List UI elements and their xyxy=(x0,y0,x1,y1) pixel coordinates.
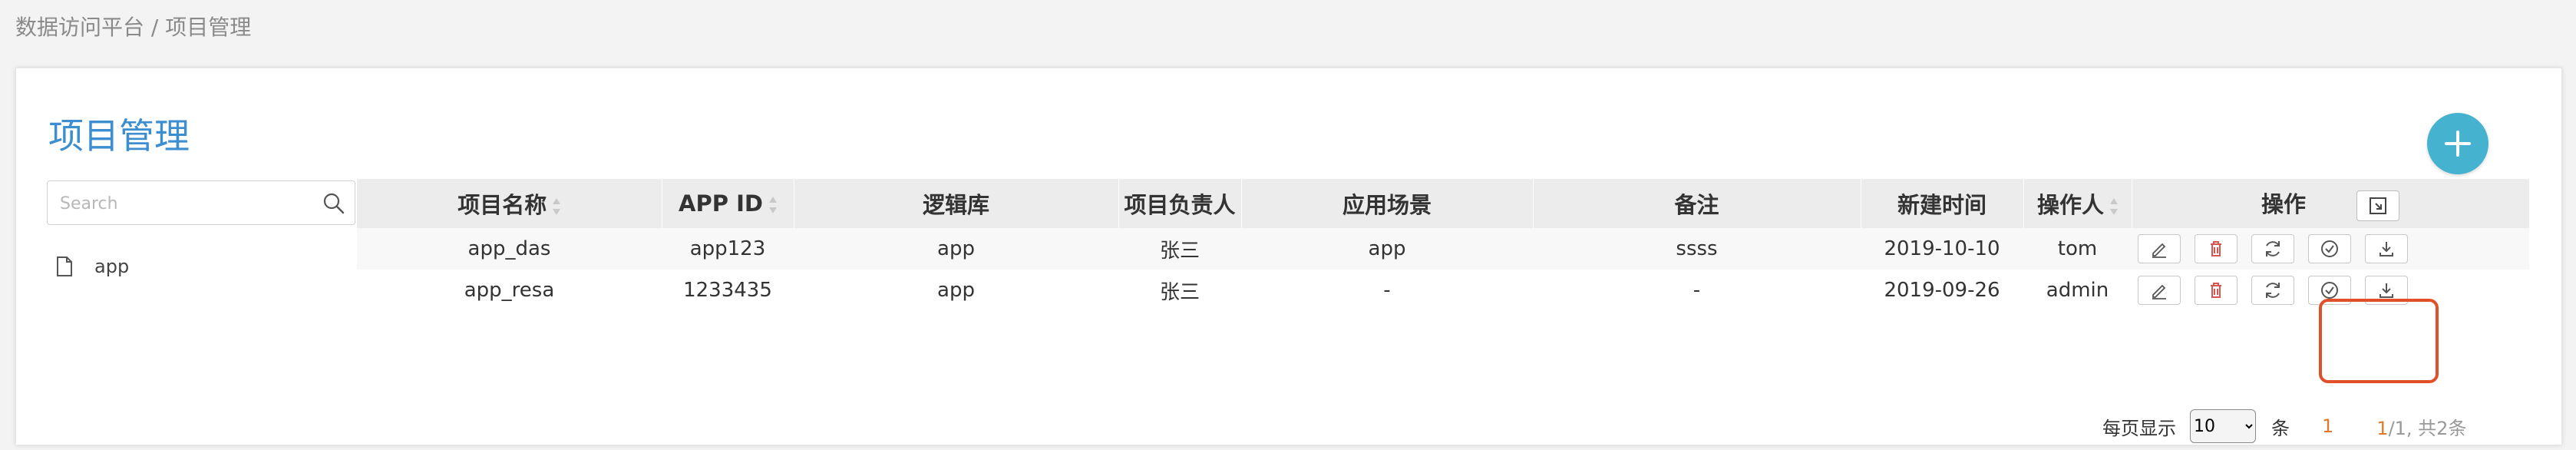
table-header-row: 项目名称 APP ID 逻辑库 项目负责人 应用场景 备注 新建时间 操作人 操… xyxy=(357,179,2530,228)
cell-actions xyxy=(2132,228,2529,270)
per-page-label: 每页显示 xyxy=(2102,417,2176,439)
column-header-owner: 项目负责人 xyxy=(1118,179,1242,228)
cell-name: app_das xyxy=(467,237,551,260)
edit-icon xyxy=(2152,243,2166,258)
column-header-name[interactable]: 项目名称 xyxy=(357,179,662,228)
column-header-created: 新建时间 xyxy=(1861,179,2024,228)
approve-button[interactable] xyxy=(2308,234,2351,263)
cell-app-id: app123 xyxy=(689,237,766,260)
add-project-button[interactable] xyxy=(2427,113,2488,174)
edit-button[interactable] xyxy=(2138,234,2181,263)
column-header-app-id[interactable]: APP ID xyxy=(662,179,794,228)
cell-owner: 张三 xyxy=(1159,239,1200,263)
sync-button[interactable] xyxy=(2251,234,2294,263)
file-icon xyxy=(57,256,72,276)
tree-item-app[interactable]: app xyxy=(56,256,129,277)
cell-logic-db: app xyxy=(937,237,975,260)
download-icon xyxy=(2379,242,2393,256)
column-header-logic-db: 逻辑库 xyxy=(794,179,1119,228)
cell-operator: admin xyxy=(2046,279,2109,302)
download-button[interactable] xyxy=(2365,234,2408,263)
sort-icon[interactable] xyxy=(768,197,777,213)
cell-remark: ssss xyxy=(1676,237,1718,260)
column-header-actions: 操作 xyxy=(2132,179,2530,228)
tree-item-label: app xyxy=(94,256,130,277)
column-settings-button[interactable] xyxy=(2356,190,2400,221)
table-row[interactable]: app_das app123 app 张三 app ssss 2019-10-1… xyxy=(357,228,2529,270)
search-box xyxy=(47,180,355,225)
column-header-remark: 备注 xyxy=(1533,179,1861,228)
project-table: 项目名称 APP ID 逻辑库 项目负责人 应用场景 备注 新建时间 操作人 操… xyxy=(357,179,2530,311)
sync-icon xyxy=(2266,283,2280,298)
edit-icon xyxy=(2152,284,2166,299)
page-title: 项目管理 xyxy=(48,115,190,157)
sort-icon[interactable] xyxy=(553,198,561,215)
column-header-scenario: 应用场景 xyxy=(1241,179,1534,228)
approve-button[interactable] xyxy=(2308,276,2351,305)
download-icon xyxy=(2379,283,2393,298)
project-management-panel: 项目管理 app 项目名称 APP I xyxy=(15,68,2562,445)
table-row[interactable]: app_resa 1233435 app 张三 - - 2019-09-26 a… xyxy=(357,270,2529,311)
cell-name: app_resa xyxy=(464,279,555,302)
cell-created: 2019-09-26 xyxy=(1884,279,2000,302)
cell-remark: - xyxy=(1693,279,1701,302)
cell-actions xyxy=(2132,270,2529,311)
column-header-operator[interactable]: 操作人 xyxy=(2023,179,2132,228)
delete-icon xyxy=(2211,241,2221,256)
sort-icon[interactable] xyxy=(2110,198,2118,215)
breadcrumb: 数据访问平台 / 项目管理 xyxy=(15,15,252,40)
page-number-current[interactable]: 1 xyxy=(2322,415,2333,437)
cell-scenario: - xyxy=(1383,279,1391,302)
edit-button[interactable] xyxy=(2138,276,2181,305)
download-button[interactable] xyxy=(2365,276,2408,305)
search-icon[interactable] xyxy=(322,192,345,215)
cell-scenario: app xyxy=(1368,237,1406,260)
per-page-select[interactable]: 10 xyxy=(2190,409,2256,443)
plus-icon xyxy=(2445,131,2471,157)
per-page-unit: 条 xyxy=(2271,417,2290,439)
sync-icon xyxy=(2266,241,2280,256)
page-info: 1/1, 共2条 xyxy=(2376,417,2467,439)
cell-operator: tom xyxy=(2057,237,2098,260)
check-circle-icon xyxy=(2321,282,2338,299)
delete-icon xyxy=(2211,283,2221,298)
cell-app-id: 1233435 xyxy=(683,279,772,302)
pagination: 每页显示 10 条 1 1/1, 共2条 xyxy=(2102,409,2466,443)
cell-logic-db: app xyxy=(937,279,975,302)
cell-created: 2019-10-10 xyxy=(1884,237,2000,260)
search-input[interactable] xyxy=(58,189,307,218)
cell-owner: 张三 xyxy=(1159,280,1200,304)
check-circle-icon xyxy=(2321,240,2338,257)
highlight-box xyxy=(2319,299,2439,383)
sync-button[interactable] xyxy=(2251,276,2294,305)
delete-button[interactable] xyxy=(2195,276,2237,305)
delete-button[interactable] xyxy=(2195,234,2237,263)
export-window-icon xyxy=(2370,197,2387,214)
